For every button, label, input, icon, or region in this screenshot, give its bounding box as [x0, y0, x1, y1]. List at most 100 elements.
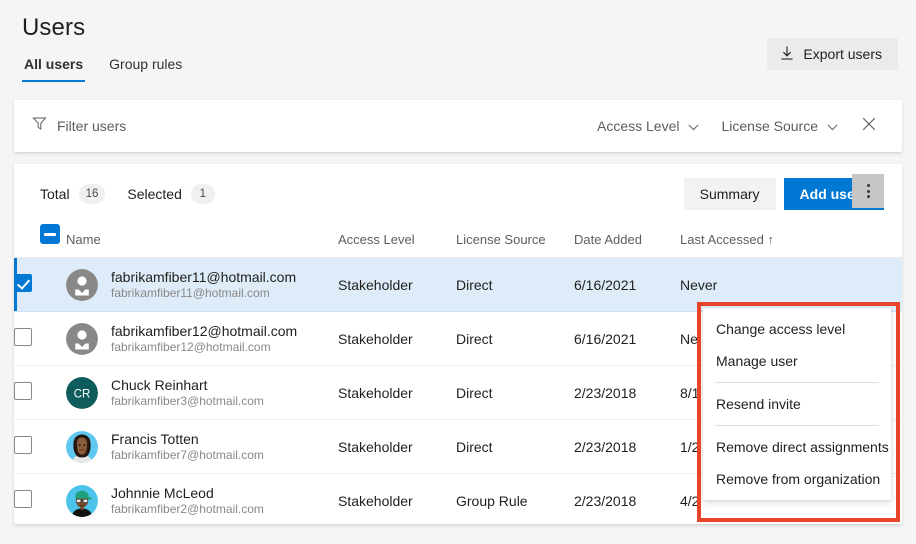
cell-name: Johnnie McLeodfabrikamfiber2@hotmail.com: [66, 474, 338, 525]
cell-license-source: Direct: [456, 312, 574, 366]
selected-label: Selected: [127, 186, 181, 202]
cell-name: fabrikamfiber11@hotmail.comfabrikamfiber…: [66, 258, 338, 312]
cell-date-added: 6/16/2021: [574, 312, 680, 366]
context-menu-item[interactable]: Manage user: [703, 345, 891, 377]
license-source-filter-label: License Source: [721, 118, 818, 134]
cell-date-added: 2/23/2018: [574, 420, 680, 474]
context-menu-separator: [715, 425, 879, 426]
row-checkbox[interactable]: [14, 382, 32, 400]
table-row[interactable]: fabrikamfiber11@hotmail.comfabrikamfiber…: [14, 258, 902, 312]
table-header-row: Name Access Level License Source Date Ad…: [14, 224, 902, 258]
cell-license-source: Direct: [456, 420, 574, 474]
column-header-last-accessed[interactable]: Last Accessed ↑: [680, 224, 902, 258]
download-icon: [780, 45, 794, 64]
filter-icon: [32, 116, 47, 136]
cell-name: CR Chuck Reinhartfabrikamfiber3@hotmail.c…: [66, 366, 338, 420]
export-users-label: Export users: [803, 46, 882, 62]
tab-group-rules-label: Group rules: [109, 56, 182, 72]
avatar: [66, 269, 98, 301]
row-checkbox-cell: [14, 420, 66, 474]
filter-dropdown-group: Access Level License Source: [589, 111, 886, 142]
close-icon: [862, 117, 876, 136]
select-all-header: [14, 224, 66, 258]
license-source-filter[interactable]: License Source: [713, 112, 846, 140]
cell-date-added: 2/23/2018: [574, 366, 680, 420]
chevron-down-icon: [688, 118, 699, 134]
cell-license-source: Direct: [456, 258, 574, 312]
cell-access-level: Stakeholder: [338, 258, 456, 312]
cell-access-level: Stakeholder: [338, 312, 456, 366]
user-display-name[interactable]: Johnnie McLeod: [111, 485, 264, 501]
svg-text:CR: CR: [74, 388, 91, 400]
total-count-badge: 16: [79, 184, 106, 204]
avatar: CR: [66, 377, 98, 409]
avatar: [66, 485, 98, 517]
row-checkbox-cell: [14, 258, 66, 312]
cell-license-source: Direct: [456, 366, 574, 420]
user-email: fabrikamfiber11@hotmail.com: [111, 286, 296, 300]
tab-all-users-label: All users: [24, 56, 83, 72]
cell-date-added: 2/23/2018: [574, 474, 680, 525]
context-menu-item[interactable]: Remove direct assignments: [703, 431, 891, 463]
clear-filters-button[interactable]: [852, 111, 886, 142]
summary-button[interactable]: Summary: [684, 178, 776, 210]
user-display-name[interactable]: Chuck Reinhart: [111, 377, 264, 393]
selected-count-badge: 1: [191, 184, 215, 204]
tab-bar: All users Group rules: [18, 50, 898, 82]
context-menu-separator: [715, 382, 879, 383]
column-header-license-source[interactable]: License Source: [456, 224, 574, 258]
user-email: fabrikamfiber7@hotmail.com: [111, 448, 264, 462]
cell-name: fabrikamfiber12@hotmail.comfabrikamfiber…: [66, 312, 338, 366]
row-checkbox[interactable]: [14, 274, 32, 292]
users-table-head: Name Access Level License Source Date Ad…: [14, 224, 902, 258]
select-all-checkbox[interactable]: [40, 224, 60, 244]
context-menu-item[interactable]: Resend invite: [703, 388, 891, 420]
user-email: fabrikamfiber2@hotmail.com: [111, 502, 264, 516]
cell-date-added: 6/16/2021: [574, 258, 680, 312]
context-menu-item[interactable]: Change access level: [703, 313, 891, 345]
row-checkbox[interactable]: [14, 328, 32, 346]
export-users-button[interactable]: Export users: [767, 38, 898, 70]
tab-all-users[interactable]: All users: [22, 50, 85, 82]
sort-ascending-icon: ↑: [767, 232, 774, 247]
user-email: fabrikamfiber3@hotmail.com: [111, 394, 264, 408]
row-checkbox-cell: [14, 474, 66, 525]
filter-users-input[interactable]: Filter users: [57, 118, 126, 134]
filter-input-group[interactable]: Filter users: [32, 116, 589, 136]
chevron-down-icon: [827, 118, 838, 134]
access-level-filter[interactable]: Access Level: [589, 112, 707, 140]
more-vertical-icon: [867, 184, 870, 198]
total-count-group: Total 16: [40, 184, 105, 204]
tab-group-rules[interactable]: Group rules: [107, 50, 184, 82]
selected-count-group: Selected 1: [127, 184, 214, 204]
column-header-access-level[interactable]: Access Level: [338, 224, 456, 258]
user-display-name[interactable]: fabrikamfiber12@hotmail.com: [111, 323, 297, 339]
cell-access-level: Stakeholder: [338, 420, 456, 474]
row-checkbox[interactable]: [14, 436, 32, 454]
counts-group: Total 16 Selected 1: [40, 184, 684, 204]
filter-bar: Filter users Access Level License Source: [14, 100, 902, 152]
context-menu-item[interactable]: Remove from organization: [703, 463, 891, 495]
total-label: Total: [40, 186, 70, 202]
row-checkbox[interactable]: [14, 490, 32, 508]
avatar: [66, 431, 98, 463]
user-email: fabrikamfiber12@hotmail.com: [111, 340, 297, 354]
user-display-name[interactable]: fabrikamfiber11@hotmail.com: [111, 269, 296, 285]
column-header-date-added[interactable]: Date Added: [574, 224, 680, 258]
list-toolbar: Total 16 Selected 1 Summary Add users: [14, 164, 902, 224]
cell-access-level: Stakeholder: [338, 474, 456, 525]
cell-name: Francis Tottenfabrikamfiber7@hotmail.com: [66, 420, 338, 474]
row-checkbox-cell: [14, 312, 66, 366]
cell-access-level: Stakeholder: [338, 366, 456, 420]
cell-last-accessed: Never: [680, 258, 902, 312]
row-context-menu: Change access levelManage user Resend inv…: [703, 308, 891, 500]
avatar: [66, 323, 98, 355]
user-display-name[interactable]: Francis Totten: [111, 431, 264, 447]
access-level-filter-label: Access Level: [597, 118, 679, 134]
row-more-options-button[interactable]: [852, 174, 884, 208]
page-header: Users All users Group rules Export users: [0, 0, 916, 88]
row-checkbox-cell: [14, 366, 66, 420]
cell-license-source: Group Rule: [456, 474, 574, 525]
column-header-last-accessed-label: Last Accessed: [680, 232, 764, 247]
column-header-name[interactable]: Name: [66, 224, 338, 258]
